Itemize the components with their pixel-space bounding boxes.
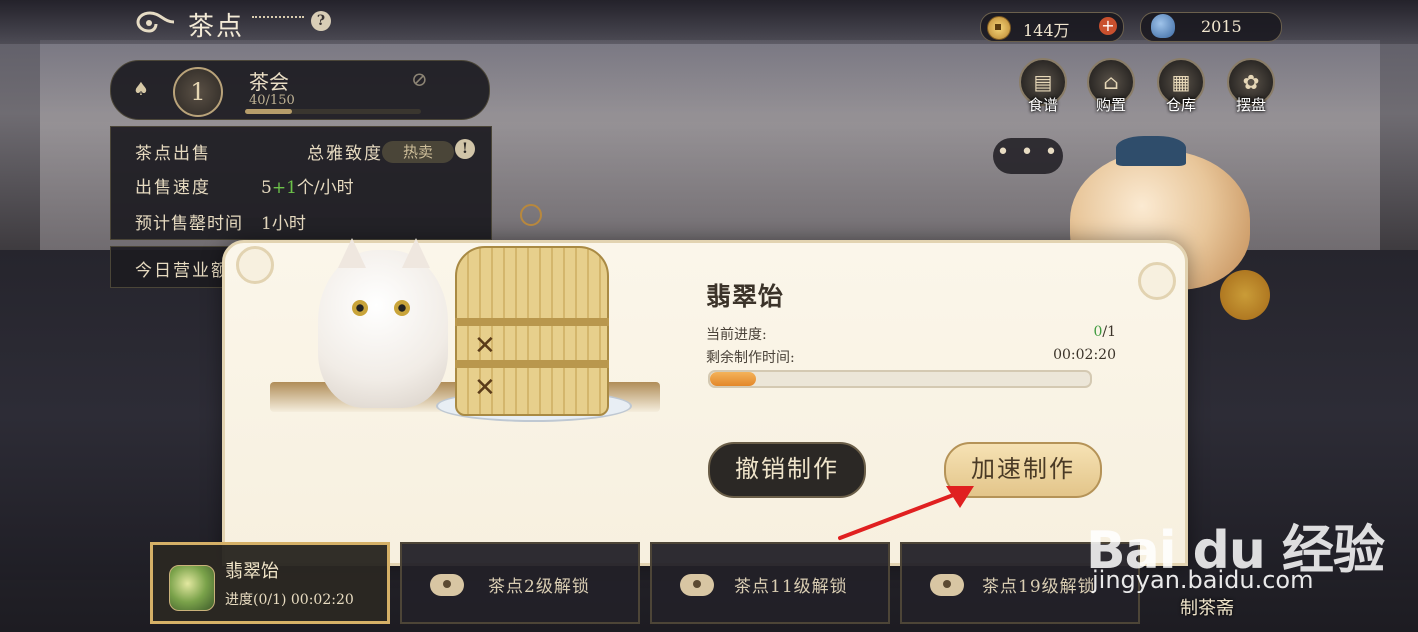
hot-sale-badge[interactable]: 热卖: [382, 141, 454, 163]
speed-bonus: +1: [271, 178, 297, 198]
remaining-time-label: 剩余制作时间:: [706, 350, 795, 366]
top-bar: 茶点 ? 144万 + 2015: [0, 0, 1418, 44]
coin-icon: [987, 16, 1011, 40]
purchase-button[interactable]: ⌂ 购置: [1086, 58, 1136, 118]
slot-unlock-text: 茶点19级解锁: [982, 577, 1096, 597]
baidu-watermark-url: jingyan.baidu.com: [1092, 566, 1314, 594]
exp-bar-fill: [245, 109, 292, 114]
teapot-icon: ♠: [132, 79, 150, 100]
recipe-label: 食谱: [1027, 96, 1058, 114]
tea-workshop-label[interactable]: 制茶斋: [1180, 594, 1234, 620]
dialog-corner-left: [236, 246, 274, 284]
flower-decoration: [1220, 270, 1270, 320]
lock-cloud-icon: [680, 574, 714, 596]
jade-candy-icon: [169, 565, 215, 611]
speed-unit: 个/小时: [296, 178, 354, 198]
slot-locked[interactable]: 茶点2级解锁: [400, 542, 640, 624]
steamer-tie-icon: ✕: [474, 331, 496, 361]
speed-base: 5: [261, 178, 272, 198]
elegance-label: 总雅致度: [307, 144, 383, 164]
tea-party-name: 茶会: [249, 70, 289, 94]
page-title: 茶点: [188, 12, 245, 42]
exp-bar: [245, 109, 421, 114]
plating-label: 摆盘: [1235, 96, 1266, 114]
red-arrow-annotation: [838, 486, 974, 540]
item-name: 翡翠饴: [706, 282, 785, 311]
coin-value: 144万: [1023, 21, 1070, 40]
add-coin-icon[interactable]: +: [1099, 17, 1117, 35]
steamer-band-top: [455, 318, 609, 326]
slot-title: 翡翠饴: [225, 561, 279, 582]
gem-counter: 2015: [1140, 12, 1282, 42]
crafting-progress-bar: [708, 370, 1092, 388]
slot-locked[interactable]: 茶点11级解锁: [650, 542, 890, 624]
sellout-label: 预计售罄时间: [135, 214, 243, 234]
speed-value: 5+1个/小时: [261, 173, 354, 198]
sale-title: 茶点出售: [135, 144, 211, 164]
today-revenue-label: 今日营业额: [135, 261, 230, 281]
level-badge: 1: [173, 67, 223, 117]
white-cat-illustration: [318, 238, 448, 408]
more-bubble[interactable]: • • •: [993, 138, 1063, 174]
plating-button[interactable]: ✿ 摆盘: [1226, 58, 1276, 118]
tea-party-header[interactable]: ♠ 1 茶会 40/150 ⊘: [110, 60, 490, 120]
purchase-label: 购置: [1095, 96, 1126, 114]
lock-cloud-icon: [430, 574, 464, 596]
gem-value: 2015: [1201, 17, 1242, 36]
exp-text: 40/150: [249, 93, 295, 108]
progress-total: /1: [1102, 324, 1116, 340]
slot-active-item[interactable]: 翡翠饴 进度(0/1) 00:02:20: [150, 542, 390, 624]
crafting-progress-fill: [710, 372, 756, 386]
cat-eye-left: [352, 300, 368, 316]
cat-eye-right: [394, 300, 410, 316]
rename-icon[interactable]: ⊘: [411, 67, 433, 91]
recipe-button[interactable]: ▤ 食谱: [1018, 58, 1068, 118]
remaining-time-value: 00:02:20: [1053, 347, 1116, 363]
info-icon[interactable]: !: [455, 139, 475, 159]
progress-value: 0/1: [1093, 324, 1116, 340]
slot-unlock-text: 茶点2级解锁: [488, 577, 590, 597]
title-dots: [252, 16, 304, 18]
steamer-ring: [520, 204, 542, 226]
dialog-corner-right: [1138, 262, 1176, 300]
speed-label: 出售速度: [135, 178, 211, 198]
slot-unlock-text: 茶点11级解锁: [734, 577, 848, 597]
steamer-band-bottom: [455, 360, 609, 368]
help-icon[interactable]: ?: [311, 11, 331, 31]
coin-counter: 144万 +: [980, 12, 1124, 42]
lock-cloud-icon: [930, 574, 964, 596]
warehouse-button[interactable]: ▦ 仓库: [1156, 58, 1206, 118]
slot-progress: 进度(0/1) 00:02:20: [225, 592, 354, 608]
progress-label: 当前进度:: [706, 327, 767, 343]
warehouse-label: 仓库: [1165, 96, 1196, 114]
back-icon[interactable]: [134, 9, 178, 35]
steamer-tie-icon: ✕: [474, 373, 496, 403]
sellout-value: 1小时: [261, 214, 306, 234]
money-bag-icon: [1151, 14, 1175, 38]
